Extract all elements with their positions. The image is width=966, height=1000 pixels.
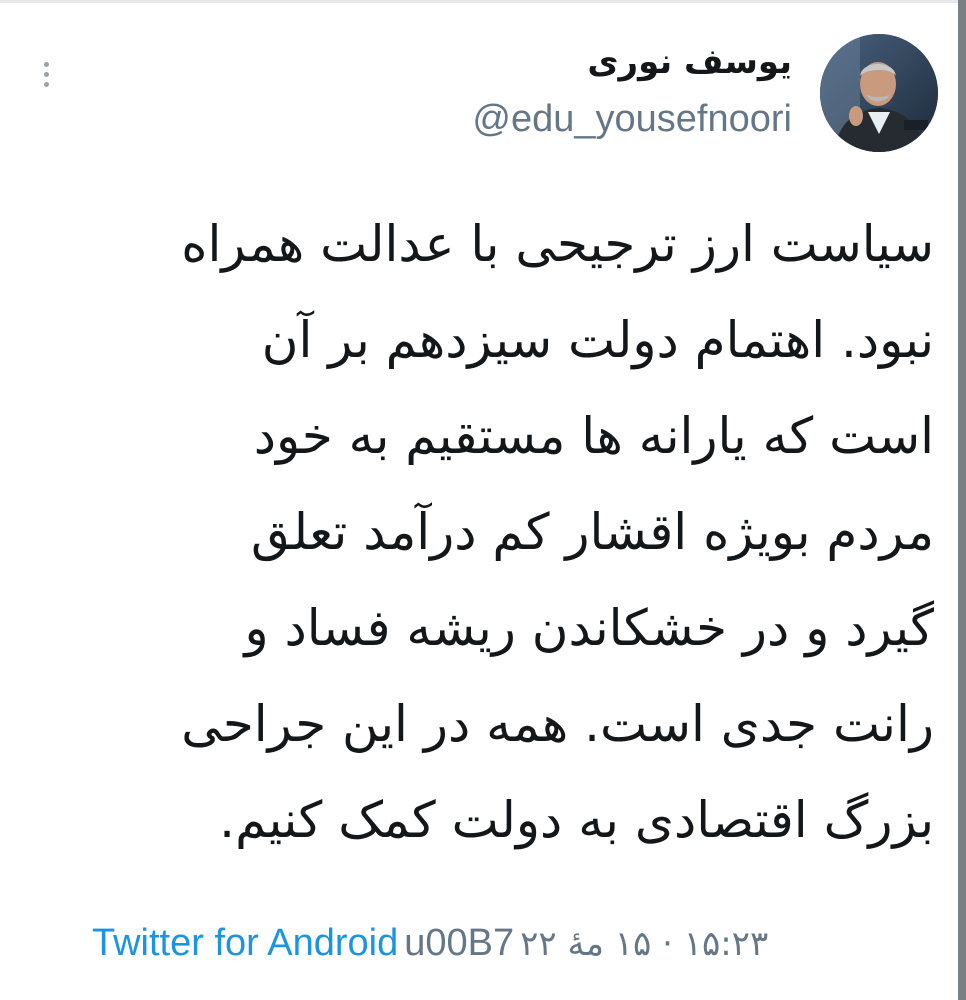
tweet-text-line: نبود. اهتمام دولت سیزدهم بر آن <box>261 311 934 369</box>
author-display-name[interactable]: یوسف نوری <box>587 39 792 85</box>
window-edge <box>958 0 966 1000</box>
tweet-text-line: رانت جدی است. همه در این جراحی <box>181 695 934 753</box>
author-handle[interactable]: @edu_yousefnoori <box>472 91 792 147</box>
profile-photo-icon <box>820 34 938 152</box>
author-names: یوسف نوری @edu_yousefnoori <box>472 39 792 147</box>
more-options-button[interactable] <box>34 56 58 92</box>
meta-separator: u00B7 <box>404 922 515 964</box>
tweet-header: یوسف نوری @edu_yousefnoori <box>472 34 938 152</box>
more-vertical-icon <box>43 61 49 67</box>
more-vertical-icon-dot-3 <box>43 81 49 87</box>
source-link[interactable]: Twitter for Android <box>92 918 398 968</box>
top-border <box>0 0 966 3</box>
tweet-meta: Twitter for Android u00B7 ۱۵:۲۳ · ۱۵ مهٔ… <box>92 918 768 969</box>
tweet-text-line: گیرد و در خشکاندن ریشه فساد و <box>244 599 934 657</box>
avatar[interactable] <box>820 34 938 152</box>
tweet-text: سیاست ارز ترجیحی با عدالت همراه نبود. اه… <box>34 196 934 868</box>
more-vertical-icon-dot-2 <box>43 71 49 77</box>
tweet-text-line: مردم بویژه اقشار کم درآمد تعلق <box>251 503 934 561</box>
tweet-text-line: بزرگ اقتصادی به دولت کمک کنیم. <box>219 791 934 849</box>
tweet-text-line: است که یارانه ها مستقیم به خود <box>253 407 934 465</box>
tweet-timestamp[interactable]: ۱۵:۲۳ · ۱۵ مهٔ ۲۲ <box>520 919 768 969</box>
tweet-text-line: سیاست ارز ترجیحی با عدالت همراه <box>181 215 934 273</box>
